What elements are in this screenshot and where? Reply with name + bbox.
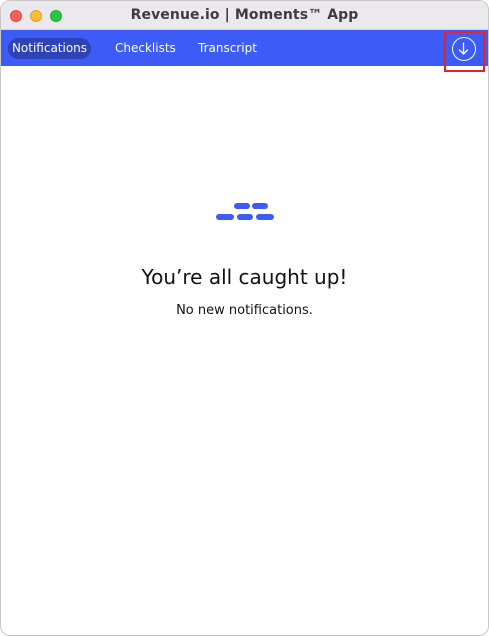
app-window: Revenue.io | Moments™ App Notifications …	[0, 0, 489, 636]
tab-notifications[interactable]: Notifications	[8, 38, 91, 59]
highlight-annotation-box	[444, 31, 485, 72]
tab-transcript[interactable]: Transcript	[198, 38, 257, 59]
window-title: Revenue.io | Moments™ App	[130, 7, 359, 23]
top-nav-bar: Notifications Checklists Transcript	[1, 30, 488, 66]
tab-checklists[interactable]: Checklists	[115, 38, 176, 59]
empty-state-heading: You’re all caught up!	[141, 265, 348, 289]
dashes-icon	[216, 203, 274, 220]
title-bar: Revenue.io | Moments™ App	[1, 1, 488, 30]
empty-state-message: No new notifications.	[176, 303, 313, 318]
